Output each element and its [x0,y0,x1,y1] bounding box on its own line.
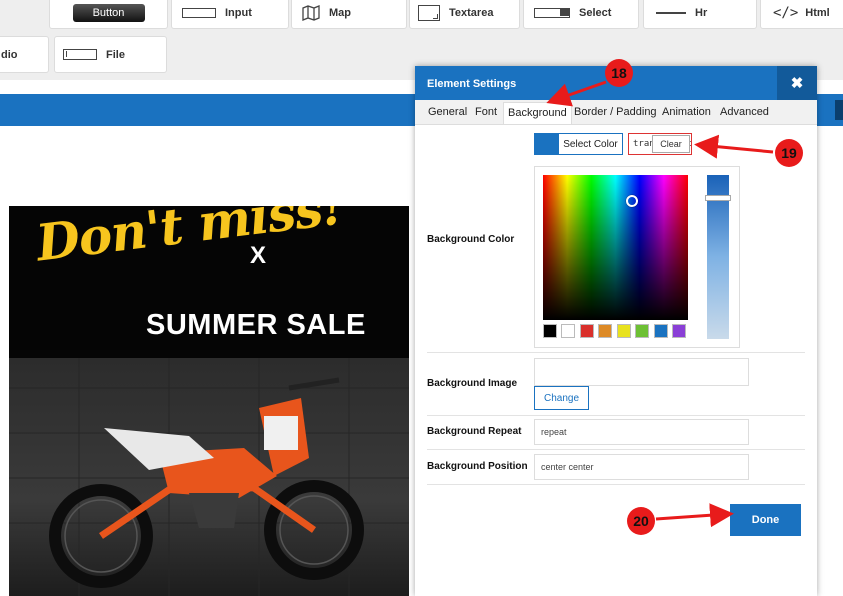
arrow-to-clear-button [694,134,774,159]
arrow-to-background-tab [546,80,607,107]
annotation-arrows [546,80,774,528]
step-marker-18: 18 [605,59,633,87]
step-marker-20: 20 [627,507,655,535]
arrow-to-done-button [655,503,734,528]
step-marker-19: 19 [775,139,803,167]
